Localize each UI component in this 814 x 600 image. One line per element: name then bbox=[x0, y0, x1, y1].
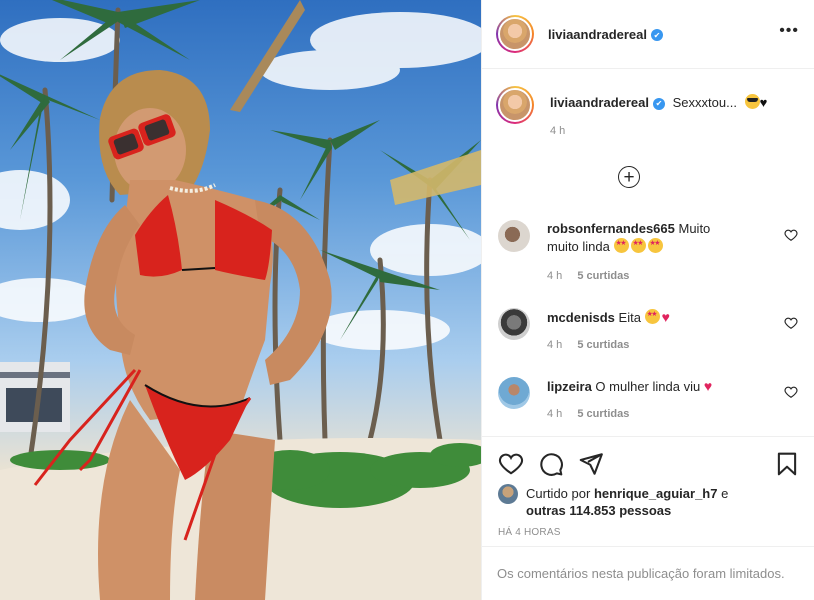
author-username[interactable]: liviaandradereal ✔ bbox=[548, 27, 663, 42]
liked-by-text: Curtido por henrique_aguiar_h7 e outras … bbox=[526, 485, 776, 519]
photo-illustration bbox=[0, 0, 481, 600]
comment-bubble-icon[interactable] bbox=[538, 451, 564, 477]
comment-text: mcdenisds Eita ♥ bbox=[547, 308, 772, 327]
comment-meta: 4 h 5 curtidas bbox=[547, 270, 772, 282]
comments-limited-notice: Os comentários nesta publicação foram li… bbox=[482, 546, 814, 600]
paper-plane-icon[interactable] bbox=[578, 451, 604, 477]
comment-like-heart-icon[interactable] bbox=[784, 385, 798, 399]
red-heart-icon: ♥ bbox=[661, 309, 670, 325]
instagram-post: liviaandradereal ✔ ••• liviaandradereal ✔ … bbox=[0, 0, 814, 600]
post-caption: liviaandradereal ✔ Sexxxtou... ♥ 4 h bbox=[496, 86, 801, 137]
comment-time[interactable]: 4 h bbox=[547, 270, 562, 282]
black-heart-icon: ♥ bbox=[759, 95, 768, 110]
post-age[interactable]: HÁ 4 HORAS bbox=[498, 527, 561, 538]
comment-item: mcdenisds Eita ♥ 4 h 5 curtidas bbox=[498, 308, 798, 351]
heart-outline-icon[interactable] bbox=[498, 451, 524, 477]
post-photo[interactable] bbox=[0, 0, 481, 600]
commenter-avatar[interactable] bbox=[498, 377, 530, 409]
caption-username[interactable]: liviaandradereal bbox=[550, 95, 649, 110]
caption-time[interactable]: 4 h bbox=[550, 125, 767, 137]
red-heart-icon: ♥ bbox=[703, 378, 713, 394]
comment-text-line2: muito linda bbox=[547, 239, 610, 254]
caption-avatar-image bbox=[498, 88, 532, 122]
caption-body: liviaandradereal ✔ Sexxxtou... ♥ 4 h bbox=[550, 94, 767, 137]
liked-by-connector: e bbox=[721, 486, 729, 501]
liked-by-others[interactable]: outras 114.853 pessoas bbox=[526, 503, 671, 518]
comment-body: robsonfernandes665 Muito muito linda 4 h… bbox=[547, 220, 772, 282]
load-more-comments-button[interactable]: + bbox=[618, 166, 640, 188]
author-avatar-image bbox=[498, 17, 532, 51]
comment-likes[interactable]: 5 curtidas bbox=[577, 270, 629, 282]
comment-item: lipzeira O mulher linda viu ♥ 4 h 5 curt… bbox=[498, 377, 798, 420]
comment-item: robsonfernandes665 Muito muito linda 4 h… bbox=[498, 220, 798, 282]
liked-by-row: Curtido por henrique_aguiar_h7 e outras … bbox=[498, 484, 776, 519]
comment-likes[interactable]: 5 curtidas bbox=[577, 339, 629, 351]
comment-body: lipzeira O mulher linda viu ♥ 4 h 5 curt… bbox=[547, 377, 772, 420]
commenter-avatar[interactable] bbox=[498, 220, 530, 252]
comment-meta: 4 h 5 curtidas bbox=[547, 408, 772, 420]
comment-username[interactable]: mcdenisds bbox=[547, 310, 615, 325]
comment-username[interactable]: robsonfernandes665 bbox=[547, 221, 675, 236]
post-side-panel: liviaandradereal ✔ ••• liviaandradereal ✔ … bbox=[481, 0, 814, 600]
comment-body: mcdenisds Eita ♥ 4 h 5 curtidas bbox=[547, 308, 772, 351]
more-options-button[interactable]: ••• bbox=[779, 23, 799, 39]
verified-badge-icon: ✔ bbox=[653, 97, 665, 110]
comment-text-line1: Eita bbox=[618, 310, 641, 325]
comment-text-line1: Muito bbox=[678, 221, 711, 236]
post-header: liviaandradereal ✔ ••• bbox=[482, 0, 814, 69]
commenter-avatar[interactable] bbox=[498, 308, 530, 340]
verified-badge-icon: ✔ bbox=[651, 29, 663, 41]
comment-text-line1: O mulher linda viu bbox=[595, 379, 701, 394]
star-struck-emoji-icon bbox=[630, 238, 646, 253]
liked-by-avatar[interactable] bbox=[498, 484, 518, 504]
liked-by-user[interactable]: henrique_aguiar_h7 bbox=[594, 486, 718, 501]
caption-line: liviaandradereal ✔ Sexxxtou... ♥ bbox=[550, 94, 767, 110]
sunglasses-emoji-icon bbox=[744, 94, 760, 109]
liked-by-prefix: Curtido por bbox=[526, 486, 591, 501]
caption-text: Sexxxtou... bbox=[672, 95, 737, 110]
bookmark-icon[interactable] bbox=[774, 451, 800, 477]
star-struck-emoji-icon bbox=[647, 238, 663, 253]
comment-text: robsonfernandes665 Muito muito linda bbox=[547, 220, 772, 256]
comment-time[interactable]: 4 h bbox=[547, 408, 562, 420]
caption-avatar[interactable] bbox=[496, 86, 534, 124]
post-actions: Curtido por henrique_aguiar_h7 e outras … bbox=[482, 436, 814, 546]
star-struck-emoji-icon bbox=[644, 309, 660, 324]
comment-like-heart-icon[interactable] bbox=[784, 316, 798, 330]
comment-username[interactable]: lipzeira bbox=[547, 379, 592, 394]
comment-like-heart-icon[interactable] bbox=[784, 228, 798, 242]
comment-likes[interactable]: 5 curtidas bbox=[577, 408, 629, 420]
comment-meta: 4 h 5 curtidas bbox=[547, 339, 772, 351]
author-avatar[interactable] bbox=[496, 15, 534, 53]
author-username-text[interactable]: liviaandradereal bbox=[548, 27, 647, 42]
comment-text: lipzeira O mulher linda viu ♥ bbox=[547, 377, 772, 396]
star-struck-emoji-icon bbox=[613, 238, 629, 253]
comment-time[interactable]: 4 h bbox=[547, 339, 562, 351]
